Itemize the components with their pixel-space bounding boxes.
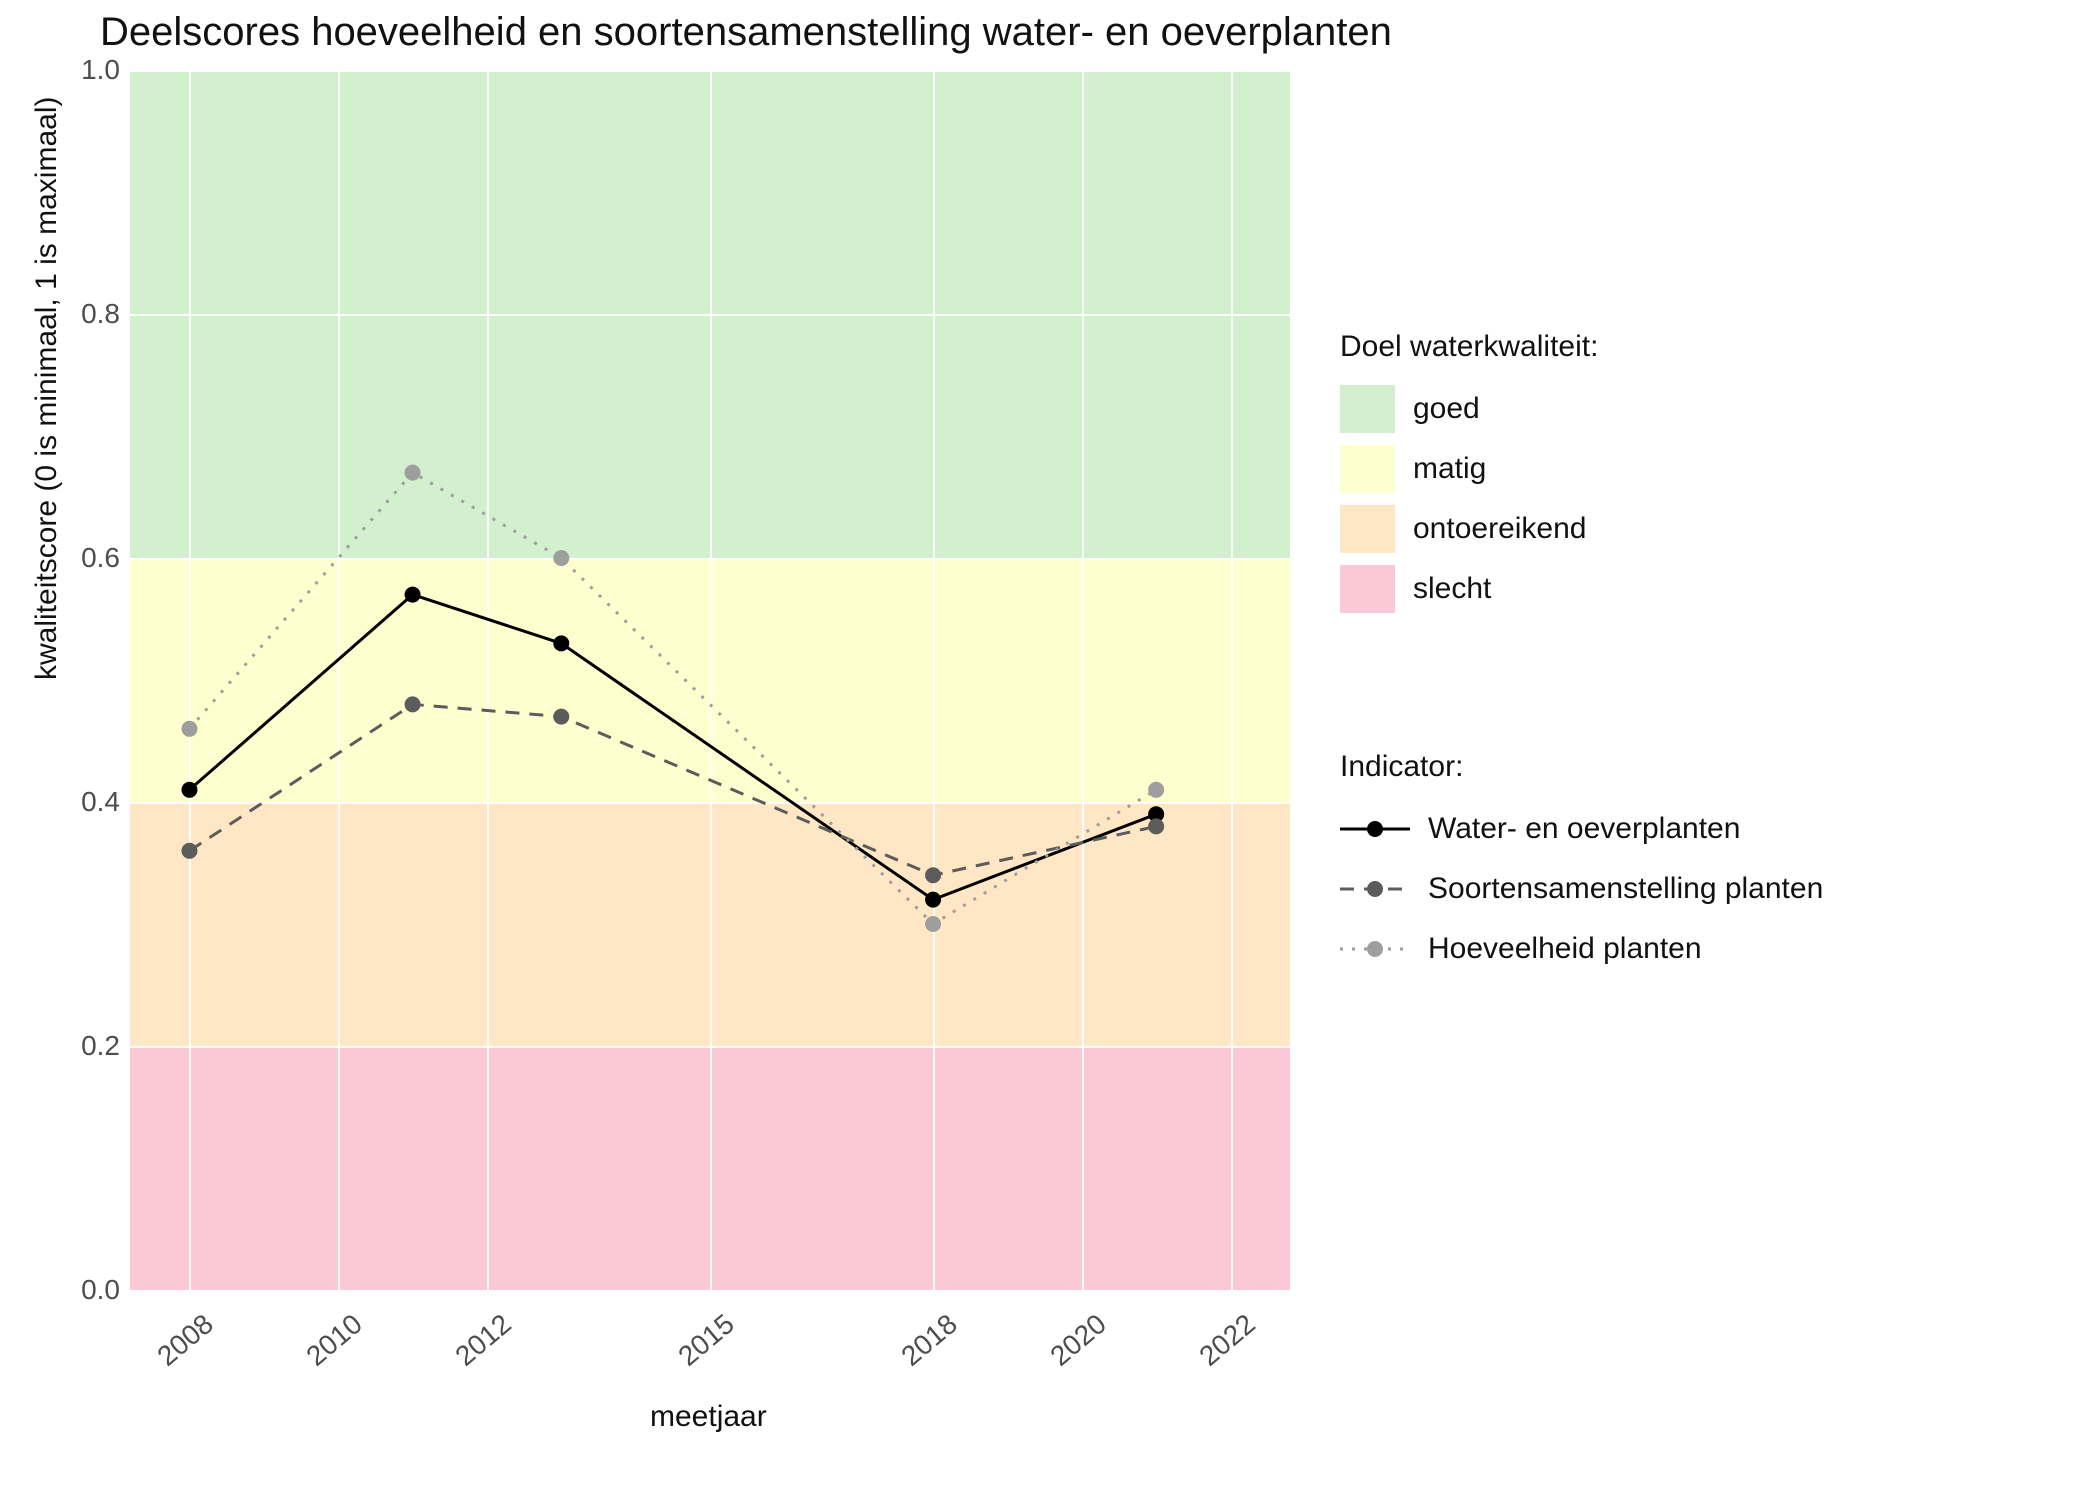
series-point [553, 550, 569, 566]
legend-quality-item: ontoereikend [1340, 504, 1598, 554]
y-axis-title: kwaliteitscore (0 is minimaal, 1 is maxi… [30, 97, 64, 680]
series-point [553, 709, 569, 725]
legend-indicator-label: Water- en oeverplanten [1428, 812, 1740, 846]
series-line [190, 704, 1157, 875]
legend-line-icon [1340, 933, 1410, 965]
plot-area [130, 70, 1290, 1290]
legend-indicator-label: Soortensamenstelling planten [1428, 872, 1823, 906]
legend-indicator-label: Hoeveelheid planten [1428, 932, 1702, 966]
legend-swatch [1340, 385, 1395, 433]
series-point [405, 696, 421, 712]
legend-indicator-item: Hoeveelheid planten [1340, 924, 1823, 974]
legend-quality-label: matig [1413, 452, 1486, 486]
x-tick-label: 2008 [123, 1308, 220, 1397]
series-point [181, 843, 197, 859]
legend-swatch [1340, 505, 1395, 553]
legend-indicator-title: Indicator: [1340, 750, 1823, 784]
series-point [405, 465, 421, 481]
x-tick-label: 2018 [866, 1308, 963, 1397]
legend-quality-title: Doel waterkwaliteit: [1340, 330, 1598, 364]
legend-quality-item: goed [1340, 384, 1598, 434]
legend-indicator-item: Water- en oeverplanten [1340, 804, 1823, 854]
x-axis-title: meetjaar [650, 1400, 767, 1434]
legend-swatch [1340, 445, 1395, 493]
series-point [1148, 818, 1164, 834]
y-tick-label: 1.0 [20, 54, 120, 86]
series-point [405, 587, 421, 603]
x-tick-label: 2010 [272, 1308, 369, 1397]
legend-swatch [1340, 565, 1395, 613]
series-line [190, 595, 1157, 900]
plot-svg [130, 70, 1290, 1290]
series-line [190, 473, 1157, 924]
legend-line-icon [1340, 873, 1410, 905]
y-tick-label: 0.2 [20, 1030, 120, 1062]
series-point [925, 867, 941, 883]
series-point [181, 721, 197, 737]
x-tick-label: 2012 [420, 1308, 517, 1397]
series-point [925, 916, 941, 932]
chart: Deelscores hoeveelheid en soortensamenst… [0, 0, 2100, 1500]
legend-line-icon [1340, 813, 1410, 845]
legend-indicator-item: Soortensamenstelling planten [1340, 864, 1823, 914]
legend-quality-label: ontoereikend [1413, 512, 1586, 546]
series-point [553, 635, 569, 651]
legend-quality-label: goed [1413, 392, 1480, 426]
y-tick-label: 0.4 [20, 786, 120, 818]
series-point [181, 782, 197, 798]
chart-title: Deelscores hoeveelheid en soortensamenst… [100, 10, 1392, 55]
y-tick-label: 0.0 [20, 1274, 120, 1306]
legend-quality-item: slecht [1340, 564, 1598, 614]
y-tick-label: 0.6 [20, 542, 120, 574]
legend-indicator: Indicator: Water- en oeverplanten Soorten… [1340, 750, 1823, 984]
series-point [925, 892, 941, 908]
series-point [1148, 782, 1164, 798]
x-tick-label: 2015 [643, 1308, 740, 1397]
legend-quality-label: slecht [1413, 572, 1491, 606]
legend-quality: Doel waterkwaliteit: goed matig ontoereike… [1340, 330, 1598, 624]
gridline-h [130, 1290, 1290, 1292]
x-tick-label: 2022 [1164, 1308, 1261, 1397]
y-tick-label: 0.8 [20, 298, 120, 330]
legend-quality-item: matig [1340, 444, 1598, 494]
x-tick-label: 2020 [1015, 1308, 1112, 1397]
